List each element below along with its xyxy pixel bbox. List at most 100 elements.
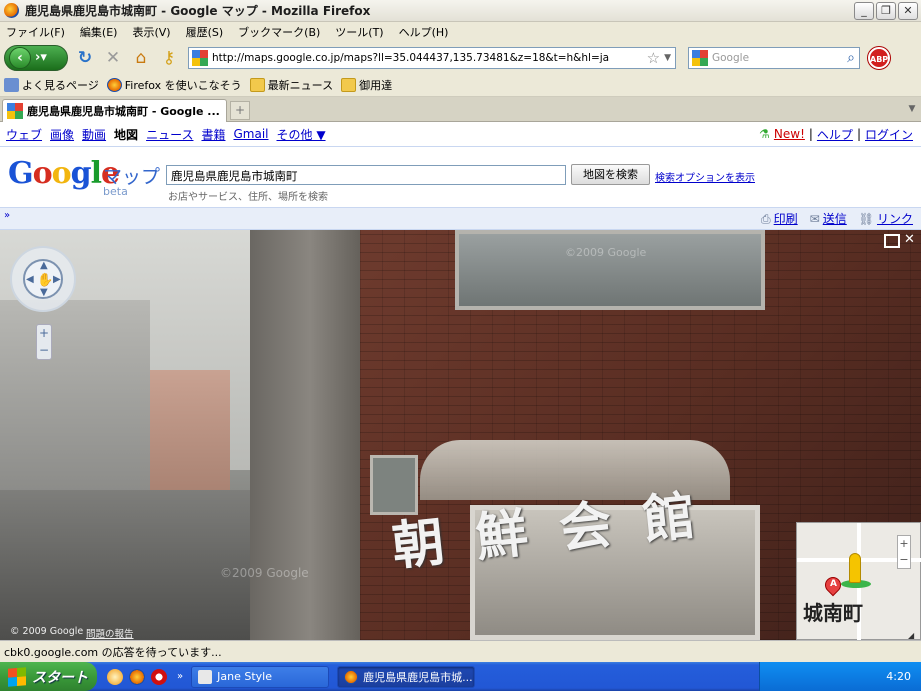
start-button[interactable]: スタート: [0, 662, 97, 691]
bookmark-folder-icon: [4, 78, 19, 92]
firefox-logo-icon: [4, 3, 19, 18]
minimap-zoom[interactable]: + −: [897, 535, 911, 569]
clock[interactable]: 4:20: [886, 670, 911, 683]
adblock-icon[interactable]: ABP: [868, 46, 890, 69]
nav-more[interactable]: その他 ▼: [277, 126, 326, 143]
pegman-icon[interactable]: [849, 553, 861, 583]
taskbar-item-firefox[interactable]: 鹿児島県鹿児島市城...: [337, 665, 476, 688]
nav-web[interactable]: ウェブ: [6, 126, 42, 143]
firefox-icon: [106, 78, 122, 92]
bookmark-most-visited[interactable]: よく見るページ: [4, 77, 99, 93]
pan-down-icon[interactable]: ▼: [40, 287, 48, 298]
bookmark-label: 最新ニュース: [267, 79, 334, 92]
search-input[interactable]: Google ⌕: [688, 46, 860, 69]
back-button[interactable]: ‹: [9, 46, 31, 69]
new-features-link[interactable]: New!: [774, 127, 805, 141]
left-building: [0, 300, 150, 500]
logo-letter: l: [90, 156, 102, 191]
chain-link-icon: ⛓: [858, 212, 874, 226]
status-text: cbk0.google.com の応答を待っています...: [4, 645, 222, 659]
minimap-resize-icon[interactable]: ◢: [908, 631, 914, 640]
google-favicon-icon: [192, 49, 208, 66]
quicklaunch-firefox-icon[interactable]: [129, 668, 145, 685]
system-tray: 4:20: [759, 662, 921, 691]
nav-images[interactable]: 画像: [50, 126, 74, 143]
jane-style-icon: [198, 669, 213, 684]
fullscreen-icon[interactable]: [884, 234, 900, 248]
pan-up-icon[interactable]: ▲: [40, 260, 48, 271]
send-link[interactable]: ✉ 送信: [810, 210, 847, 227]
url-dropdown-icon[interactable]: ▼: [664, 53, 671, 63]
url-text: http://maps.google.co.jp/maps?ll=35.0444…: [212, 51, 610, 64]
pan-right-icon[interactable]: ▶: [53, 274, 61, 285]
menu-view[interactable]: 表示(V): [132, 24, 170, 40]
nav-video[interactable]: 動画: [82, 126, 106, 143]
search-icon[interactable]: ⌕: [847, 50, 855, 66]
menu-bookmarks[interactable]: ブックマーク(B): [238, 24, 320, 40]
bookmark-firefox-guide[interactable]: Firefox を使いこなそう: [106, 77, 242, 93]
logo-letter: o: [32, 156, 53, 191]
menu-file[interactable]: ファイル(F): [6, 24, 65, 40]
tab-list-icon[interactable]: ▼: [905, 100, 919, 118]
close-streetview-icon[interactable]: ✕: [904, 232, 915, 247]
folder-icon: [341, 78, 357, 92]
send-label: 送信: [822, 212, 847, 226]
logo-letter: o: [51, 156, 72, 191]
bookmark-star-icon[interactable]: ☆: [647, 49, 660, 67]
minimize-button[interactable]: _: [854, 2, 874, 20]
taskbar-item-label: 鹿児島県鹿児島市城...: [363, 670, 473, 684]
upper-window: [455, 230, 765, 310]
collapse-panel-icon[interactable]: »: [1, 210, 13, 228]
menu-tools[interactable]: ツール(T): [335, 24, 383, 40]
pan-left-icon[interactable]: ◀: [26, 274, 34, 285]
navigation-toolbar: ‹ ›▾ ↻ ✕ ⌂ ⚷ http://maps.google.co.jp/ma…: [0, 41, 921, 74]
back-forward-group: ‹ ›▾: [4, 44, 68, 71]
reload-icon[interactable]: ↻: [74, 47, 96, 69]
logo-letter: g: [70, 156, 92, 191]
search-maps-button[interactable]: 地図を検索: [571, 164, 650, 185]
zoom-out-button[interactable]: −: [37, 342, 51, 359]
nav-news[interactable]: ニュース: [146, 126, 193, 143]
pan-control[interactable]: ▲ ▼ ◀ ▶ ✋: [10, 246, 76, 312]
forward-button[interactable]: ›▾: [35, 50, 47, 65]
maps-search-input[interactable]: 鹿児島県鹿児島市城南町: [166, 165, 566, 185]
nav-gmail[interactable]: Gmail: [233, 127, 268, 141]
quick-launch: »: [107, 668, 183, 685]
tab-google-maps[interactable]: 鹿児島県鹿児島市城南町 - Google ...: [2, 99, 227, 122]
bookmark-latest-news[interactable]: 最新ニュース: [249, 77, 334, 93]
print-link[interactable]: ⎙ 印刷: [761, 210, 798, 227]
menu-help[interactable]: ヘルプ(H): [399, 24, 449, 40]
search-engine-icon[interactable]: [692, 49, 708, 66]
mail-icon: ✉: [809, 212, 820, 226]
help-link[interactable]: ヘルプ: [817, 126, 853, 143]
nav-books[interactable]: 書籍: [201, 126, 225, 143]
menu-history[interactable]: 履歴(S): [186, 24, 224, 40]
separator: |: [856, 127, 861, 141]
menu-edit[interactable]: 編集(E): [80, 24, 118, 40]
google-favicon-icon: [7, 103, 23, 119]
zoom-in-button[interactable]: +: [37, 325, 51, 342]
home-icon[interactable]: ⌂: [130, 47, 152, 69]
link-link[interactable]: ⛓ リンク: [859, 210, 913, 227]
taskbar-item-jane-style[interactable]: Jane Style: [191, 665, 330, 688]
minimap-place-label: 城南町: [803, 601, 863, 625]
report-problem-link[interactable]: 問題の報告: [86, 626, 134, 640]
key-icon[interactable]: ⚷: [158, 47, 180, 69]
url-bar[interactable]: http://maps.google.co.jp/maps?ll=35.0444…: [188, 46, 676, 69]
quicklaunch-opera-icon[interactable]: [151, 668, 167, 685]
quicklaunch-more-icon[interactable]: »: [177, 671, 183, 682]
login-link[interactable]: ログイン: [865, 126, 913, 143]
link-label: リンク: [876, 212, 913, 226]
quicklaunch-app-icon[interactable]: [107, 668, 123, 685]
bookmark-goyoutatsu[interactable]: 御用達: [341, 77, 392, 93]
close-button[interactable]: ✕: [898, 2, 918, 20]
window-title: 鹿児島県鹿児島市城南町 - Google マップ - Mozilla Firef…: [25, 4, 371, 18]
new-tab-button[interactable]: +: [230, 101, 250, 120]
restore-button[interactable]: ❐: [876, 2, 896, 20]
windows-logo-icon: [8, 666, 26, 687]
street-view-panorama[interactable]: 朝鮮会館 ©2009 Google ©2009 Google ▲ ▼ ◀ ▶ ✋…: [0, 230, 921, 640]
nav-maps: 地図: [114, 127, 139, 142]
stop-icon[interactable]: ✕: [102, 47, 124, 69]
street-view-minimap[interactable]: A 城南町 + − ◢: [796, 522, 921, 640]
search-options-link[interactable]: 検索オプションを表示: [655, 169, 755, 184]
